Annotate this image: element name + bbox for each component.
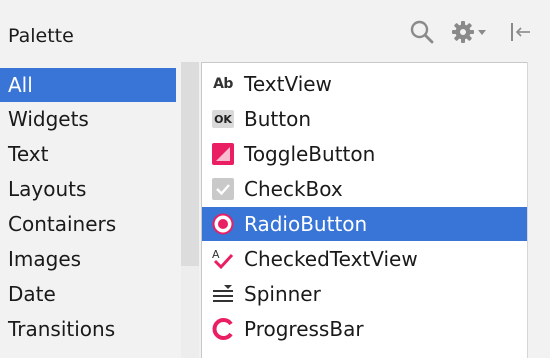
component-label: ToggleButton — [244, 142, 376, 166]
palette-title: Palette — [8, 25, 74, 47]
category-transitions[interactable]: Transitions — [0, 312, 178, 346]
component-label: TextView — [244, 72, 332, 96]
component-label: CheckedTextView — [244, 247, 418, 271]
component-label: Spinner — [244, 282, 321, 306]
category-list: All Widgets Text Layouts Containers Imag… — [0, 62, 178, 358]
component-item-textview[interactable]: Ab TextView — [202, 67, 527, 101]
category-label: All — [8, 73, 33, 97]
category-label: Text — [8, 142, 49, 166]
component-list: Ab TextView OK Button ToggleButton Check… — [201, 62, 527, 358]
svg-text:A: A — [212, 248, 220, 261]
component-item-button[interactable]: OK Button — [202, 102, 527, 136]
palette-panel: Palette All Widgets Text Layouts Contain… — [0, 0, 550, 358]
spinner-icon — [212, 283, 234, 305]
component-item-progressbar[interactable]: ProgressBar — [202, 312, 527, 346]
right-edge-strip — [527, 62, 550, 358]
category-label: Layouts — [8, 177, 87, 201]
component-label: CheckBox — [244, 177, 343, 201]
checked-textview-icon: A — [212, 248, 234, 270]
button-icon: OK — [212, 108, 234, 130]
component-item-spinner[interactable]: Spinner — [202, 277, 527, 311]
textview-icon: Ab — [213, 76, 233, 92]
checkbox-icon — [212, 178, 234, 200]
category-label: Widgets — [8, 107, 89, 131]
search-icon[interactable] — [405, 16, 439, 48]
toggle-button-icon — [212, 143, 234, 165]
category-scrollbar-thumb[interactable] — [181, 62, 199, 266]
component-label: Button — [244, 107, 311, 131]
category-all[interactable]: All — [0, 68, 176, 102]
component-label: RadioButton — [244, 212, 368, 236]
component-label: ProgressBar — [244, 317, 364, 341]
category-widgets[interactable]: Widgets — [0, 102, 178, 136]
component-item-togglebutton[interactable]: ToggleButton — [202, 137, 527, 171]
category-images[interactable]: Images — [0, 242, 178, 276]
category-label: Transitions — [8, 317, 116, 341]
category-containers[interactable]: Containers — [0, 207, 178, 241]
category-text[interactable]: Text — [0, 137, 178, 171]
category-label: Images — [8, 247, 82, 271]
category-date[interactable]: Date — [0, 277, 178, 311]
component-item-radiobutton[interactable]: RadioButton — [202, 207, 527, 241]
component-item-checkbox[interactable]: CheckBox — [202, 172, 527, 206]
collapse-panel-icon[interactable] — [506, 16, 534, 48]
category-layouts[interactable]: Layouts — [0, 172, 178, 206]
category-label: Containers — [8, 212, 117, 236]
component-item-checkedtextview[interactable]: A CheckedTextView — [202, 242, 527, 276]
progress-bar-icon — [212, 318, 234, 340]
gear-icon[interactable] — [449, 16, 493, 48]
palette-header: Palette — [0, 0, 550, 62]
category-label: Date — [8, 282, 56, 306]
radio-button-icon — [212, 213, 234, 235]
